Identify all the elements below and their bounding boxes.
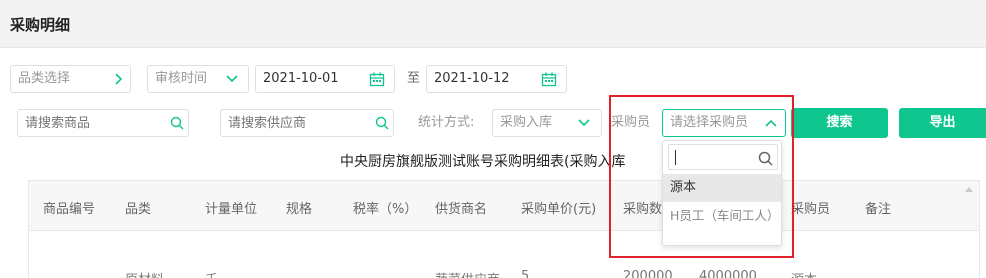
table-cell: 4000000 — [699, 269, 757, 278]
start-date-input[interactable]: 2021-10-01 — [255, 65, 395, 93]
calendar-icon — [368, 66, 386, 92]
buyer-dropdown-search-input[interactable] — [668, 144, 778, 170]
table-scrollbar[interactable] — [959, 181, 979, 278]
stat-method-value: 采购入库 — [500, 115, 553, 130]
text-cursor — [675, 150, 676, 165]
date-type-select[interactable]: 审核时间 — [147, 65, 249, 93]
table-cell: 千 — [205, 269, 218, 278]
goods-search-input[interactable] — [17, 109, 189, 137]
category-select-placeholder: 品类选择 — [18, 71, 71, 86]
column-header: 计量单位 — [205, 202, 258, 217]
end-date-input[interactable]: 2021-10-12 — [426, 65, 567, 93]
chevron-down-icon — [223, 66, 241, 92]
table-cell: 源本 — [791, 269, 817, 278]
stat-method-label: 统计方式: — [418, 115, 475, 130]
page-title: 采购明细 — [10, 16, 71, 34]
category-select[interactable]: 品类选择 — [10, 65, 131, 93]
column-header: 采购单价(元) — [521, 202, 597, 217]
calendar-icon — [540, 66, 558, 92]
supplier-search-input[interactable] — [220, 109, 394, 137]
table-header: 商品编号 品类 计量单位 规格 税率（%） 供货商名 采购单价(元) 采购数 采… — [29, 181, 979, 231]
buyer-option[interactable]: 源本 — [663, 174, 781, 202]
column-header: 备注 — [865, 202, 892, 217]
purchase-detail-table: 商品编号 品类 计量单位 规格 税率（%） 供货商名 采购单价(元) 采购数 采… — [28, 180, 980, 278]
search-icon[interactable] — [168, 110, 186, 136]
chevron-down-icon — [575, 110, 593, 136]
column-header: 供货商名 — [435, 202, 488, 217]
stat-method-select[interactable]: 采购入库 — [492, 109, 602, 137]
table-cell: 200000 — [623, 269, 673, 278]
column-header: 采购员 — [791, 202, 831, 217]
buyer-option[interactable]: H员工（车间工人） — [663, 207, 781, 225]
date-type-value: 审核时间 — [155, 71, 208, 86]
column-header: 品类 — [125, 202, 152, 217]
search-icon[interactable] — [756, 145, 774, 171]
header-bar: 采购明细 — [0, 0, 986, 48]
table-cell: 蔬菜供应商 — [435, 269, 500, 278]
date-range-separator: 至 — [407, 71, 421, 86]
buyer-dropdown: 源本 H员工（车间工人） — [662, 140, 782, 246]
column-header: 税率（%） — [353, 202, 418, 217]
search-button[interactable]: 搜索 — [791, 108, 888, 138]
end-date-value: 2021-10-12 — [434, 71, 510, 86]
start-date-value: 2021-10-01 — [263, 71, 339, 86]
report-title: 中央厨房旗舰版测试账号采购明细表(采购入库 — [340, 154, 626, 170]
scroll-up-arrow-icon[interactable] — [959, 181, 979, 199]
table-cell: 5 — [521, 269, 530, 278]
column-header: 商品编号 — [43, 202, 96, 217]
search-icon[interactable] — [373, 110, 391, 136]
chevron-right-icon — [109, 66, 127, 92]
column-header: 规格 — [286, 202, 313, 217]
export-button[interactable]: 导出 — [899, 108, 986, 138]
table-cell: 原材料 — [125, 269, 164, 278]
